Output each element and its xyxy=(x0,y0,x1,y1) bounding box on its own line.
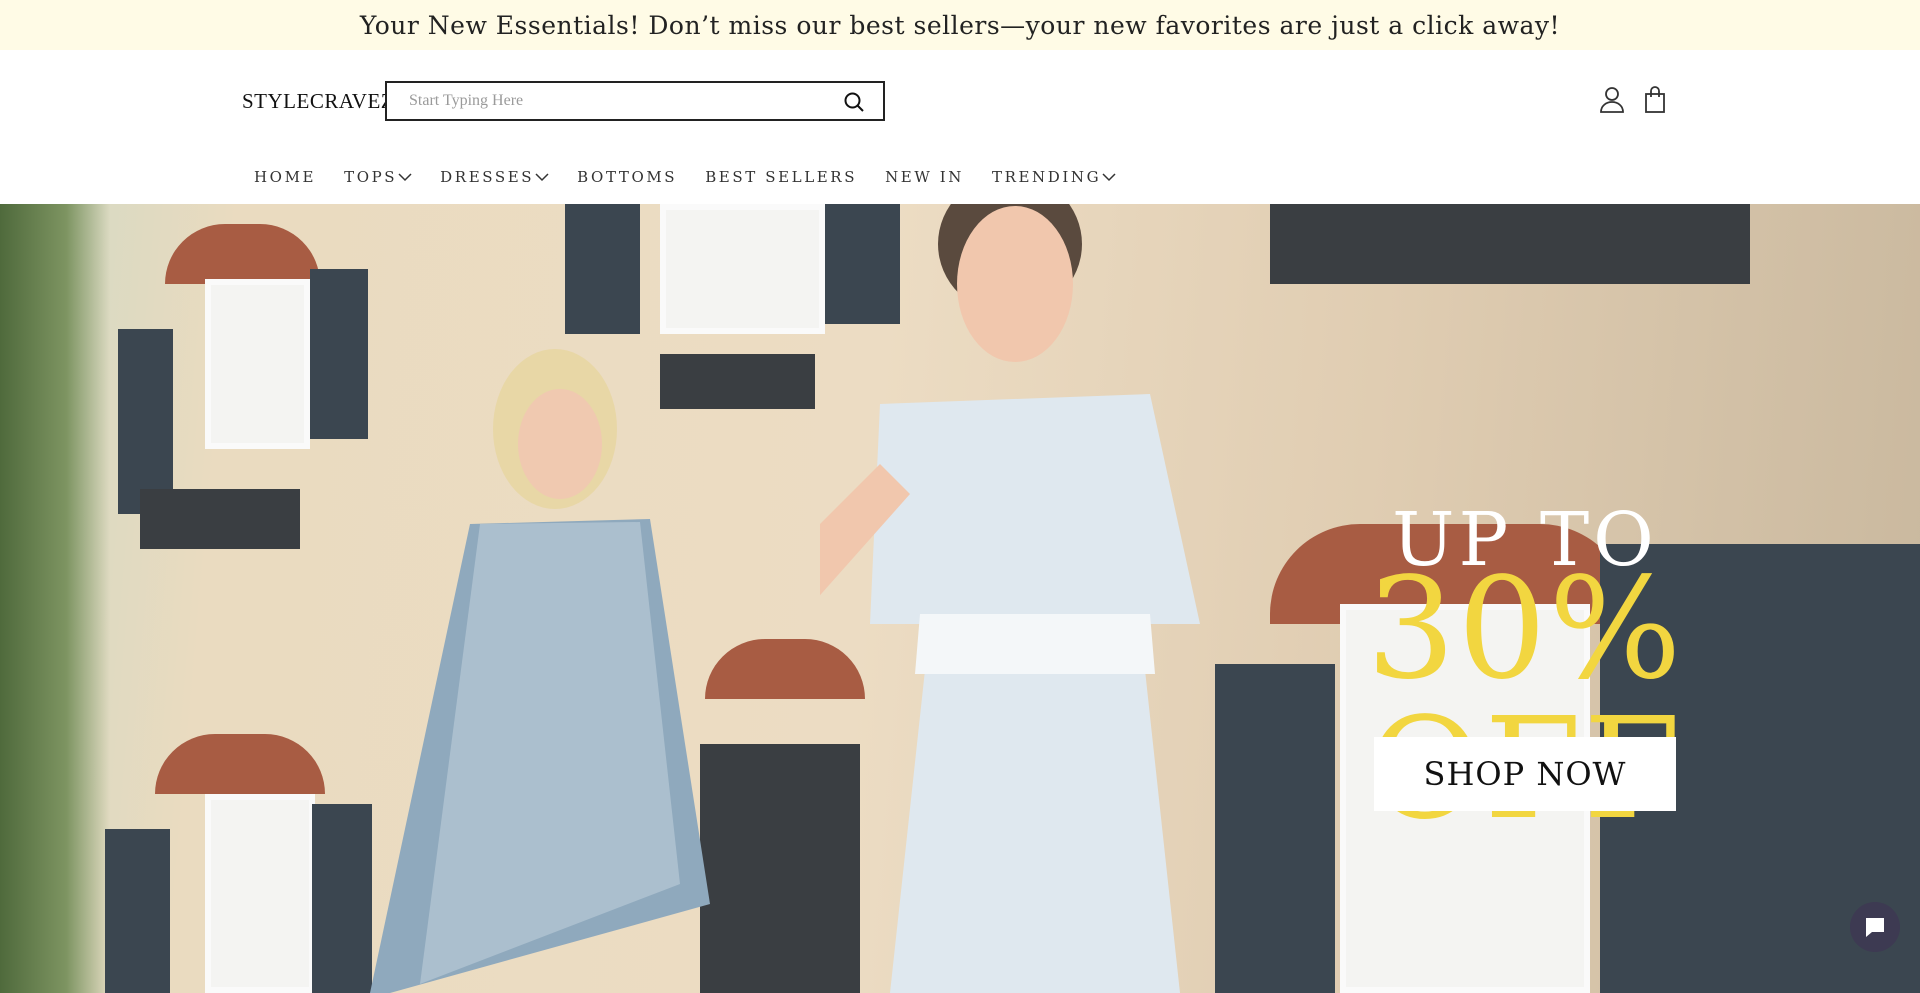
hero-banner[interactable]: UP TO 30% OFF SHOP NOW xyxy=(0,204,1920,993)
shopping-bag-icon[interactable] xyxy=(1643,86,1669,114)
building-window xyxy=(660,204,825,334)
building-window xyxy=(205,794,315,993)
window-box xyxy=(140,489,300,549)
site-logo[interactable]: STYLECRAVEZ xyxy=(242,89,394,114)
announcement-text: Your New Essentials! Don’t miss our best… xyxy=(359,10,1561,40)
shop-now-button[interactable]: SHOP NOW xyxy=(1374,737,1676,811)
chat-icon[interactable] xyxy=(1850,902,1900,952)
nav-label: BOTTOMS xyxy=(577,168,678,186)
nav-label: BEST SELLERS xyxy=(705,168,858,186)
nav-item-tops[interactable]: TOPS xyxy=(344,168,412,186)
nav-item-best-sellers[interactable]: BEST SELLERS xyxy=(705,168,857,186)
user-icon[interactable] xyxy=(1599,86,1625,114)
nav-label: TOPS xyxy=(344,168,398,186)
nav-label: DRESSES xyxy=(440,168,535,186)
nav-label: HOME xyxy=(254,168,317,186)
nav-label: TRENDING xyxy=(992,168,1102,186)
search-input[interactable] xyxy=(387,83,827,119)
window-shutter xyxy=(565,204,640,334)
search-icon[interactable] xyxy=(843,91,865,113)
building-window xyxy=(205,279,310,449)
nav-item-trending[interactable]: TRENDING xyxy=(992,168,1116,186)
nav-item-new-in[interactable]: NEW IN xyxy=(885,168,964,186)
model-left xyxy=(370,349,710,993)
nav-item-home[interactable]: HOME xyxy=(254,168,316,186)
search-box xyxy=(385,81,885,121)
brick-arch xyxy=(155,734,325,794)
nav-item-bottoms[interactable]: BOTTOMS xyxy=(577,168,677,186)
window-box xyxy=(1270,204,1750,284)
main-nav: HOME TOPS DRESSES BOTTOMS BEST SELLERS N… xyxy=(254,168,1144,186)
window-shutter xyxy=(118,329,173,514)
announcement-bar: Your New Essentials! Don’t miss our best… xyxy=(0,0,1920,50)
brick-arch xyxy=(165,224,320,284)
hero-foliage xyxy=(0,204,110,993)
site-header: STYLECRAVEZ HOME TOPS DRESSES BOTTOMS BE… xyxy=(0,50,1920,204)
nav-label: NEW IN xyxy=(885,168,964,186)
chevron-down-icon xyxy=(535,173,549,182)
chevron-down-icon xyxy=(1102,173,1116,182)
nav-item-dresses[interactable]: DRESSES xyxy=(440,168,549,186)
window-shutter xyxy=(105,829,170,993)
chevron-down-icon xyxy=(398,173,412,182)
